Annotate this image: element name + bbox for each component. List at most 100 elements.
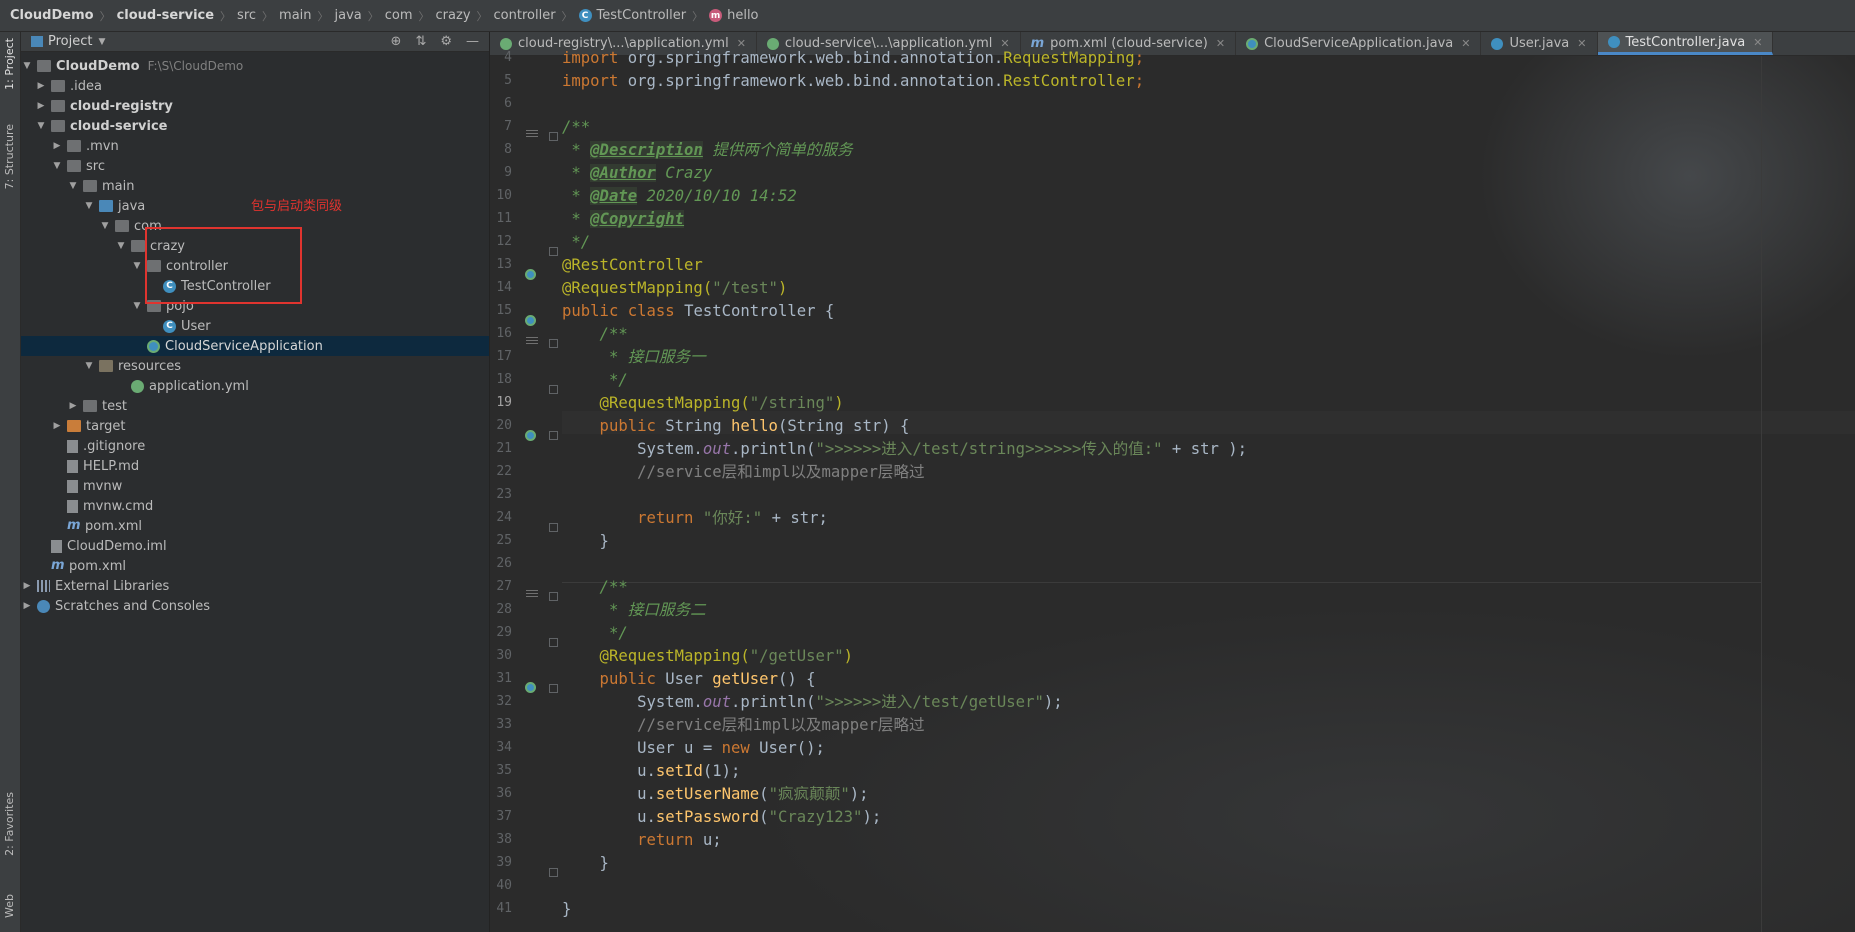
tree-label: com	[134, 218, 162, 234]
breadcrumb-item-main[interactable]: main	[279, 8, 311, 23]
tree-row-testcontroller[interactable]: C TestController	[21, 276, 489, 296]
expanded-arrow-icon[interactable]: ▼	[131, 261, 143, 271]
collapsed-arrow-icon[interactable]: ▶	[67, 401, 79, 411]
tree-row-root-pom-xml[interactable]: m pom.xml	[21, 556, 489, 576]
code-line-16: /**	[562, 325, 628, 343]
code-token: *	[562, 210, 591, 228]
chevron-right-icon: 〉	[476, 9, 488, 23]
module-folder-icon	[51, 120, 65, 132]
breadcrumb-item-crazy[interactable]: crazy	[436, 8, 471, 23]
tree-row-test[interactable]: ▶ test	[21, 396, 489, 416]
breadcrumb-item-hello[interactable]: m hello	[709, 8, 759, 23]
tree-row-resources[interactable]: ▼ resources	[21, 356, 489, 376]
close-icon[interactable]: ✕	[1577, 37, 1586, 50]
tree-row-controller[interactable]: ▼ controller	[21, 256, 489, 276]
breadcrumb-item-controller[interactable]: controller	[494, 8, 556, 23]
tree-row-cloud-service[interactable]: ▼ cloud-service	[21, 116, 489, 136]
code-token: System.	[562, 440, 703, 458]
code-token: return	[562, 831, 703, 849]
project-view-selector[interactable]: Project	[48, 34, 92, 49]
breadcrumb-item-cloud-service[interactable]: cloud-service	[117, 8, 214, 23]
tab-cloudserviceapplication[interactable]: CloudServiceApplication.java ✕	[1236, 32, 1482, 55]
class-icon: C	[578, 9, 592, 22]
tree-label: resources	[118, 358, 182, 374]
tree-row-scratches[interactable]: ▶ Scratches and Consoles	[21, 596, 489, 616]
gear-icon[interactable]: ⚙	[440, 34, 452, 49]
expanded-arrow-icon[interactable]: ▼	[131, 301, 143, 311]
tree-label: pojo	[166, 298, 194, 314]
tab-testcontroller-java[interactable]: TestController.java ✕	[1597, 32, 1774, 55]
close-icon[interactable]: ✕	[1216, 37, 1225, 50]
tree-row-help-md[interactable]: HELP.md	[21, 456, 489, 476]
tree-row-target[interactable]: ▶ target	[21, 416, 489, 436]
package-icon	[147, 300, 161, 312]
code-token: RestController	[1003, 72, 1135, 90]
structure-tool-tab[interactable]: 7: Structure	[3, 124, 16, 189]
tree-row-external-libraries[interactable]: ▶ External Libraries	[21, 576, 489, 596]
project-tool-tab[interactable]: 1: Project	[3, 38, 16, 90]
expanded-arrow-icon[interactable]: ▼	[21, 61, 33, 71]
tree-label: TestController	[181, 278, 271, 294]
method-icon: m	[709, 9, 723, 22]
expanded-arrow-icon[interactable]: ▼	[99, 221, 111, 231]
tree-row-pojo[interactable]: ▼ pojo	[21, 296, 489, 316]
tree-label: cloud-registry	[70, 98, 173, 114]
tree-row-mvn[interactable]: ▶ .mvn	[21, 136, 489, 156]
breadcrumb-item-com[interactable]: com	[385, 8, 413, 23]
tree-row-src[interactable]: ▼ src	[21, 156, 489, 176]
collapsed-arrow-icon[interactable]: ▶	[21, 581, 33, 591]
module-folder-icon	[37, 60, 51, 72]
tree-row-cloud-registry[interactable]: ▶ cloud-registry	[21, 96, 489, 116]
collapsed-arrow-icon[interactable]: ▶	[51, 141, 63, 151]
expanded-arrow-icon[interactable]: ▼	[115, 241, 127, 251]
minimize-icon[interactable]: —	[466, 34, 479, 49]
web-tool-tab[interactable]: Web	[3, 894, 16, 918]
code-line-10: * @Date 2020/10/10 14:52	[562, 185, 797, 208]
locate-icon[interactable]: ⊕	[391, 34, 402, 49]
breadcrumb-item-testcontroller[interactable]: C TestController	[578, 8, 686, 23]
tree-row-application-yml[interactable]: application.yml	[21, 376, 489, 396]
close-icon[interactable]: ✕	[1461, 37, 1470, 50]
maven-file-icon: m	[67, 518, 81, 533]
collapsed-arrow-icon[interactable]: ▶	[21, 601, 33, 611]
tree-row-com[interactable]: ▼ com	[21, 216, 489, 236]
expanded-arrow-icon[interactable]: ▼	[35, 121, 47, 131]
tree-row-user[interactable]: C User	[21, 316, 489, 336]
breadcrumb-label: hello	[727, 8, 759, 23]
tree-row-cloudserviceapplication[interactable]: CloudServiceApplication	[21, 336, 489, 356]
code-token: @Author	[590, 164, 656, 182]
collapsed-arrow-icon[interactable]: ▶	[51, 421, 63, 431]
close-icon[interactable]: ✕	[1753, 36, 1762, 49]
code-line-24: return "你好:" + str;	[562, 507, 828, 530]
code-token: "/getUser"	[749, 647, 844, 665]
expanded-arrow-icon[interactable]: ▼	[83, 361, 95, 371]
code-token: *	[562, 141, 591, 159]
tree-row-clouddemo[interactable]: ▼ CloudDemo F:\S\CloudDemo	[21, 56, 489, 76]
expanded-arrow-icon[interactable]: ▼	[83, 201, 95, 211]
tree-row-clouddemo-iml[interactable]: CloudDemo.iml	[21, 536, 489, 556]
class-icon	[1607, 36, 1620, 48]
tree-label: .gitignore	[83, 438, 146, 454]
tab-user-java[interactable]: User.java ✕	[1481, 32, 1598, 55]
breadcrumb-item-clouddemo[interactable]: CloudDemo	[10, 8, 94, 23]
breadcrumb-item-src[interactable]: src	[237, 8, 256, 23]
code-editor[interactable]: 4 5 6 7 8 9 10 11 12 13 14 15 16 17 18 1…	[490, 49, 1855, 932]
breadcrumb-item-java[interactable]: java	[335, 8, 362, 23]
tree-row-crazy[interactable]: ▼ crazy	[21, 236, 489, 256]
tree-row-pom-xml[interactable]: m pom.xml	[21, 516, 489, 536]
markdown-file-icon	[67, 459, 78, 473]
tree-row-idea[interactable]: ▶ .idea	[21, 76, 489, 96]
favorites-tool-tab[interactable]: 2: Favorites	[3, 792, 16, 856]
tree-row-main[interactable]: ▼ main	[21, 176, 489, 196]
tree-row-gitignore[interactable]: .gitignore	[21, 436, 489, 456]
expanded-arrow-icon[interactable]: ▼	[51, 161, 63, 171]
code-token: + str );	[1162, 440, 1248, 458]
code-area[interactable]: import org.springframework.web.bind.anno…	[490, 49, 1855, 932]
caret-down-icon[interactable]: ▼	[98, 37, 105, 47]
collapse-all-icon[interactable]: ⇅	[415, 34, 426, 49]
collapsed-arrow-icon[interactable]: ▶	[35, 101, 47, 111]
expanded-arrow-icon[interactable]: ▼	[67, 181, 79, 191]
collapsed-arrow-icon[interactable]: ▶	[35, 81, 47, 91]
tree-row-mvnw-cmd[interactable]: mvnw.cmd	[21, 496, 489, 516]
tree-row-mvnw[interactable]: mvnw	[21, 476, 489, 496]
